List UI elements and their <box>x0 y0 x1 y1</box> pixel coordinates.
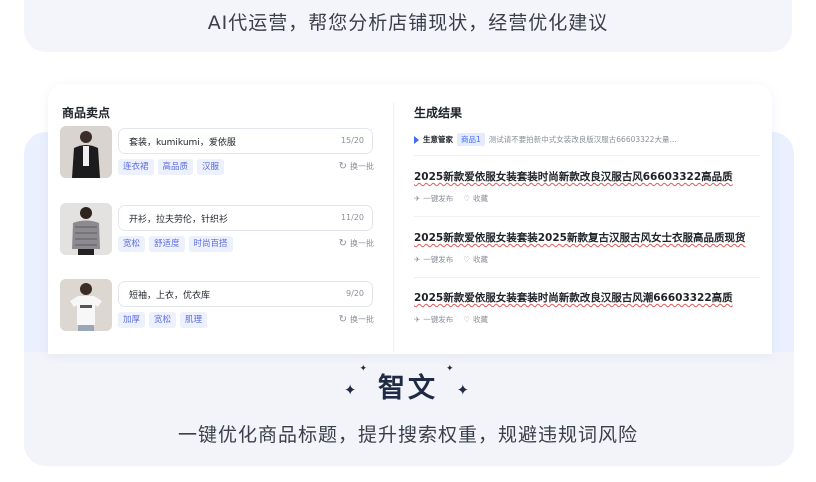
send-icon: ✈ <box>414 194 421 203</box>
result-title-text: 2025新款爱依服女装套装时尚新款改良汉服古风潮66603322高质 <box>414 292 733 304</box>
tag-list: 加厚 宽松 肌理 <box>118 312 208 328</box>
result-title[interactable]: 2025新款爱依服女装套装时尚新款改良汉服古风66603322高品质 <box>414 169 760 184</box>
prompt-preview: 测试请不要拍新中式女装改良版汉服古66603322大量... <box>488 135 677 144</box>
refresh-icon: ↻ <box>338 161 347 172</box>
publish-button[interactable]: ✈ 一键发布 <box>414 193 453 204</box>
favorite-label: 收藏 <box>473 315 489 324</box>
result-item: 2025新款爱依服女装套装时尚新款改良汉服古风潮66603322高质 ✈ 一键发布… <box>414 290 760 325</box>
keywords-field[interactable]: 套装，kumikumi，爱依服 15/20 <box>118 128 373 154</box>
product-row: 短袖，上衣，优衣库 9/20 加厚 宽松 肌理 ↻ 换一批 <box>60 279 374 333</box>
keywords-count: 9/20 <box>346 289 364 298</box>
sparkle-icon: ✦✦ <box>446 363 473 399</box>
result-title[interactable]: 2025新款爱依服女装套装2025新款复古汉服古风女士衣服高品质现货 <box>414 230 760 245</box>
send-icon: ✈ <box>414 315 421 324</box>
product-image-suit <box>60 126 112 178</box>
result-actions: ✈ 一键发布 ♡ 收藏 <box>414 314 760 325</box>
product-row: 开衫，拉夫劳伦，针织衫 11/20 宽松 舒适度 时尚百搭 ↻ 换一批 <box>60 203 374 257</box>
tag[interactable]: 高品质 <box>157 159 194 175</box>
tag[interactable]: 舒适度 <box>149 236 185 252</box>
heart-icon: ♡ <box>463 194 471 203</box>
favorite-label: 收藏 <box>473 194 489 203</box>
product-image-cardigan <box>60 203 112 255</box>
tag-list: 宽松 舒适度 时尚百搭 <box>118 236 233 252</box>
product-thumbnail[interactable] <box>60 126 112 178</box>
divider <box>414 277 760 278</box>
favorite-button[interactable]: ♡ 收藏 <box>463 193 488 204</box>
result-title[interactable]: 2025新款爱依服女装套装时尚新款改良汉服古风潮66603322高质 <box>414 290 760 305</box>
keywords-text: 套装，kumikumi，爱依服 <box>129 138 236 148</box>
feature-showcase: AI代运营，帮您分析店铺现状，经营优化建议 商品卖点 套装，kumikumi，爱… <box>0 0 816 482</box>
keywords-field[interactable]: 短袖，上衣，优衣库 9/20 <box>118 281 373 307</box>
results-title: 生成结果 <box>414 106 463 120</box>
heart-icon: ♡ <box>463 255 471 264</box>
tag[interactable]: 加厚 <box>118 312 146 328</box>
sparkle-icon: ✦✦ <box>343 363 370 399</box>
tag[interactable]: 宽松 <box>149 312 177 328</box>
refresh-icon: ↻ <box>338 238 347 249</box>
swap-label: 换一批 <box>350 162 374 171</box>
heart-icon: ♡ <box>463 315 471 324</box>
agent-name: 生意管家 <box>423 135 453 144</box>
selling-points-title: 商品卖点 <box>62 106 111 120</box>
favorite-button[interactable]: ♡ 收藏 <box>463 254 488 265</box>
favorite-label: 收藏 <box>473 255 489 264</box>
publish-label: 一键发布 <box>423 194 454 203</box>
product-thumbnail[interactable] <box>60 203 112 255</box>
panel-divider <box>393 102 394 352</box>
product-chip[interactable]: 商品1 <box>457 133 485 146</box>
result-title-text: 2025新款爱依服女装套装时尚新款改良汉服古风66603322高品质 <box>414 171 733 183</box>
publish-button[interactable]: ✈ 一键发布 <box>414 314 453 325</box>
result-title-text: 2025新款爱依服女装套装2025新款复古汉服古风女士衣服高品质现货 <box>414 232 746 244</box>
swap-batch-button[interactable]: ↻ 换一批 <box>339 314 374 325</box>
swap-label: 换一批 <box>350 315 374 324</box>
publish-label: 一键发布 <box>423 315 454 324</box>
swap-label: 换一批 <box>350 239 374 248</box>
brand-tagline: 一键优化商品标题，提升搜索权重，规避违规词风险 <box>177 424 638 446</box>
keywords-count: 11/20 <box>340 213 364 222</box>
agent-prompt-line: 生意管家 商品1 测试请不要拍新中式女装改良版汉服古66603322大量... <box>414 133 677 146</box>
app-preview-window: 商品卖点 套装，kumikumi，爱依服 15/20 连衣裙 高品质 汉服 ↻ … <box>48 84 772 354</box>
brand-name: 智文 <box>378 373 438 404</box>
result-actions: ✈ 一键发布 ♡ 收藏 <box>414 193 760 204</box>
tag[interactable]: 时尚百搭 <box>188 236 233 252</box>
divider <box>414 216 760 217</box>
publish-button[interactable]: ✈ 一键发布 <box>414 254 453 265</box>
tag[interactable]: 汉服 <box>197 159 225 175</box>
keywords-field[interactable]: 开衫，拉夫劳伦，针织衫 11/20 <box>118 205 373 231</box>
brand-heading: ✦✦ 智文 ✦✦ <box>0 363 816 405</box>
result-item: 2025新款爱依服女装套装时尚新款改良汉服古风66603322高品质 ✈ 一键发布… <box>414 169 760 204</box>
tag[interactable]: 肌理 <box>180 312 208 328</box>
keywords-text: 开衫，拉夫劳伦，针织衫 <box>129 215 229 225</box>
divider <box>414 155 760 156</box>
favorite-button[interactable]: ♡ 收藏 <box>463 314 488 325</box>
keywords-count: 15/20 <box>340 136 364 145</box>
tag-list: 连衣裙 高品质 汉服 <box>118 159 225 175</box>
header-subtitle: AI代运营，帮您分析店铺现状，经营优化建议 <box>207 12 609 34</box>
tag[interactable]: 连衣裙 <box>118 159 154 175</box>
send-icon: ✈ <box>414 255 421 264</box>
swap-batch-button[interactable]: ↻ 换一批 <box>339 161 374 172</box>
product-image-tshirt <box>60 279 112 331</box>
publish-label: 一键发布 <box>423 255 454 264</box>
play-icon <box>414 135 419 144</box>
keywords-text: 短袖，上衣，优衣库 <box>129 291 211 301</box>
product-row: 套装，kumikumi，爱依服 15/20 连衣裙 高品质 汉服 ↻ 换一批 <box>60 126 374 180</box>
refresh-icon: ↻ <box>338 314 347 325</box>
result-actions: ✈ 一键发布 ♡ 收藏 <box>414 254 760 265</box>
product-thumbnail[interactable] <box>60 279 112 331</box>
tag[interactable]: 宽松 <box>118 236 146 252</box>
result-item: 2025新款爱依服女装套装2025新款复古汉服古风女士衣服高品质现货 ✈ 一键发布… <box>414 230 760 265</box>
swap-batch-button[interactable]: ↻ 换一批 <box>339 238 374 249</box>
